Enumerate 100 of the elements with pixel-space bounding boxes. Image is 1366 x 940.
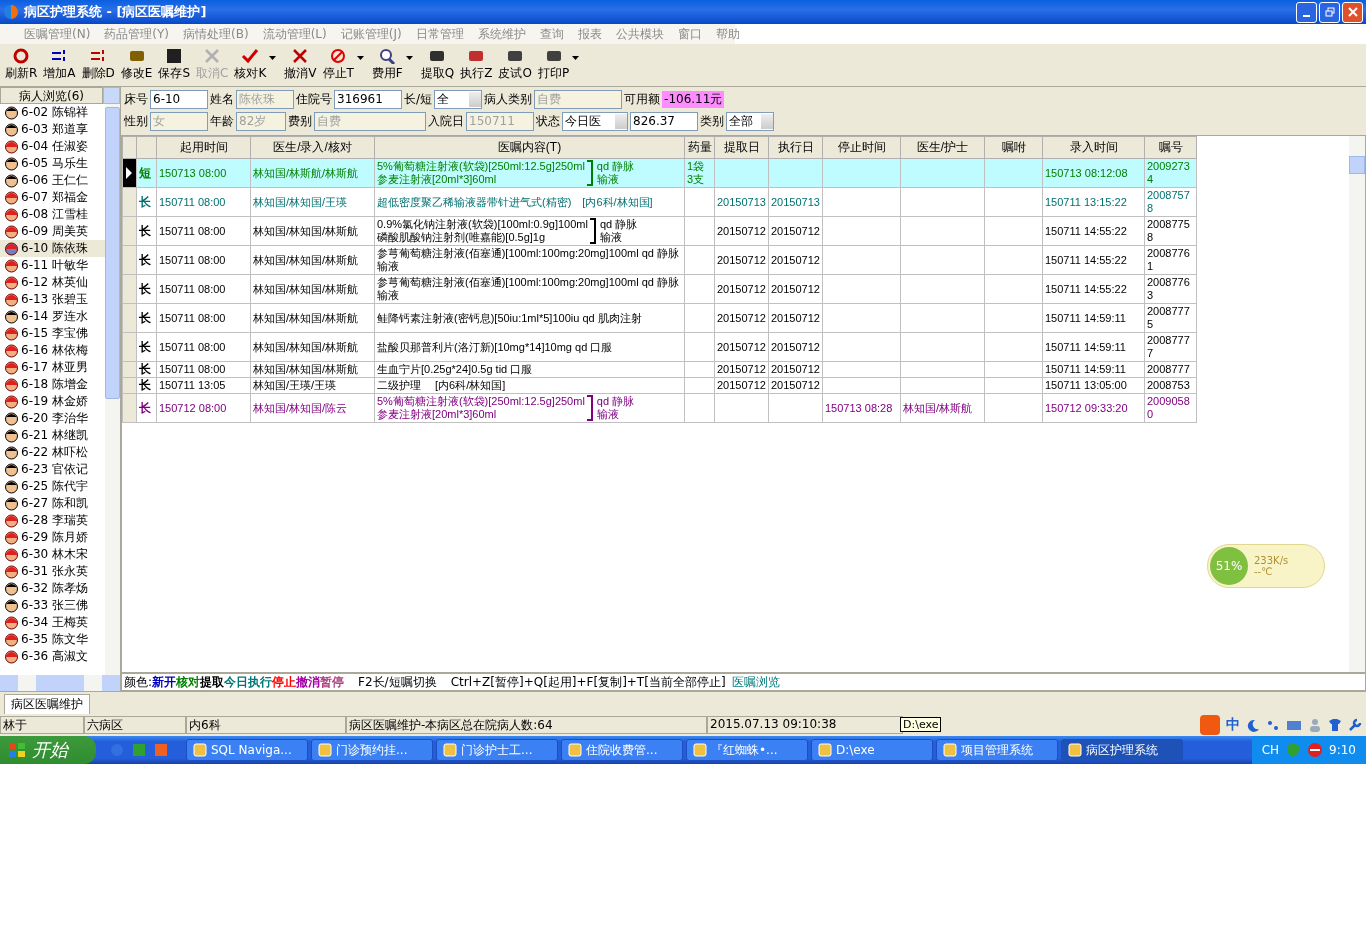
taskbar-button[interactable]: D:\exe: [811, 739, 933, 761]
patient-list-item[interactable]: 6-02 陈锦祥: [0, 104, 105, 121]
bracket-icon: [589, 218, 596, 244]
stop-sign-icon[interactable]: [1307, 742, 1324, 758]
patient-list-item[interactable]: 6-30 林木宋: [0, 546, 105, 563]
status-dropdown[interactable]: 今日医: [562, 111, 628, 131]
patient-list-item[interactable]: 6-29 陈月娇: [0, 529, 105, 546]
column-header[interactable]: 嘱咐: [984, 136, 1043, 159]
minimize-button[interactable]: [1296, 1, 1317, 23]
column-header[interactable]: 药量: [684, 136, 715, 159]
toolbar-button[interactable]: 刷新R: [2, 46, 41, 84]
toolbar-button[interactable]: 打印P: [534, 46, 573, 84]
patient-list-item[interactable]: 6-34 王梅英: [0, 614, 105, 631]
patient-list-item[interactable]: 6-16 林依梅: [0, 342, 105, 359]
scrollbar[interactable]: [105, 104, 120, 675]
column-header[interactable]: 录入时间: [1042, 136, 1145, 159]
patient-list-item[interactable]: 6-25 陈代宇: [0, 478, 105, 495]
toolbar-button[interactable]: 费用F: [368, 46, 406, 84]
patient-list-item[interactable]: 6-35 陈文华: [0, 631, 105, 648]
patient-list-item[interactable]: 6-05 马乐生: [0, 155, 105, 172]
start-button[interactable]: 开始: [0, 736, 96, 764]
patient-list-item[interactable]: 6-28 李瑞英: [0, 512, 105, 529]
admission-number-field[interactable]: 316961: [334, 89, 402, 109]
patient-list-item[interactable]: 6-03 郑道享: [0, 121, 105, 138]
toolbar-button[interactable]: 皮试O: [495, 46, 535, 84]
patient-list-item[interactable]: 6-18 陈增金: [0, 376, 105, 393]
patient-list-item[interactable]: 6-13 张碧玉: [0, 291, 105, 308]
taskbar-button[interactable]: 病区护理系统: [1061, 739, 1183, 761]
patient-list-item[interactable]: 6-19 林金娇: [0, 393, 105, 410]
column-header[interactable]: 嘱号: [1144, 136, 1197, 159]
patient-list-item[interactable]: 6-14 罗连水: [0, 308, 105, 325]
patient-list-item[interactable]: 6-33 张三佛: [0, 597, 105, 614]
window-tab[interactable]: 病区医嘱维护: [4, 694, 90, 714]
patient-list-item[interactable]: 6-15 李宝佛: [0, 325, 105, 342]
shirt-icon[interactable]: [1328, 718, 1342, 732]
speed-text: 233K/s: [1254, 555, 1289, 566]
term-dropdown[interactable]: 全: [434, 89, 483, 109]
save-icon: [165, 48, 184, 64]
keyboard-icon[interactable]: [1286, 718, 1302, 732]
patient-list-item[interactable]: 6-36 高淑文: [0, 648, 105, 665]
ime-mode[interactable]: 中: [1226, 716, 1240, 734]
browse-link[interactable]: 医嘱浏览: [731, 673, 780, 691]
close-button[interactable]: [1342, 1, 1363, 23]
patient-list-item[interactable]: 6-10 陈依珠: [0, 240, 105, 257]
legend-item: 核对: [176, 673, 201, 691]
patient-list-item[interactable]: 6-07 郑福金: [0, 189, 105, 206]
toolbar-button[interactable]: 增加A: [40, 46, 79, 84]
patient-list-item[interactable]: 6-27 陈和凯: [0, 495, 105, 512]
refresh-icon: [12, 48, 31, 64]
column-header[interactable]: 提取日: [714, 136, 769, 159]
table-cell: 林知国/林知国/陈云: [253, 401, 348, 414]
taskbar-button[interactable]: SQL Naviga...: [186, 739, 308, 761]
toolbar-button[interactable]: 修改E: [117, 46, 156, 84]
column-header[interactable]: 起用时间: [156, 136, 251, 159]
restore-icon: [1324, 7, 1335, 17]
taskbar-button[interactable]: 门诊护士工...: [436, 739, 558, 761]
column-header[interactable]: 停止时间: [822, 136, 901, 159]
moon-icon[interactable]: [1246, 718, 1260, 732]
toolbar-button[interactable]: 执行Z: [457, 46, 496, 84]
patient-list-item[interactable]: 6-22 林吓松: [0, 444, 105, 461]
patient-list-item[interactable]: 6-21 林继凯: [0, 427, 105, 444]
patient-list-item[interactable]: 6-12 林英仙: [0, 274, 105, 291]
patient-list-item[interactable]: 6-31 张永英: [0, 563, 105, 580]
patient-list-item[interactable]: 6-32 陈孝炀: [0, 580, 105, 597]
dropdown-arrow-icon[interactable]: [356, 56, 364, 60]
toolbar-button[interactable]: 核对K: [231, 46, 270, 84]
language-indicator[interactable]: CH: [1261, 743, 1280, 757]
column-header[interactable]: 医生/护士: [900, 136, 985, 159]
patient-list-item[interactable]: 6-17 林亚男: [0, 359, 105, 376]
toolbar-button[interactable]: 提取Q: [417, 46, 458, 84]
toolbar-button[interactable]: 保存S: [155, 46, 194, 84]
column-header[interactable]: 医嘱内容(T): [374, 136, 685, 159]
column-header[interactable]: 执行日: [768, 136, 823, 159]
scrollbar[interactable]: [1349, 136, 1365, 672]
taskbar-button[interactable]: 项目管理系统: [936, 739, 1058, 761]
patient-list-item[interactable]: 6-06 王仁仁: [0, 172, 105, 189]
column-header[interactable]: 医生/录入/核对: [250, 136, 375, 159]
scrollbar[interactable]: [0, 675, 120, 691]
taskbar-button[interactable]: 住院收费管...: [561, 739, 683, 761]
toolbar-button[interactable]: 停止T: [319, 46, 357, 84]
type-dropdown[interactable]: 全部: [726, 111, 774, 131]
dropdown-arrow-icon[interactable]: [572, 56, 580, 60]
dropdown-arrow-icon[interactable]: [405, 56, 413, 60]
toolbar-button[interactable]: 撤消V: [281, 46, 320, 84]
patient-list-item[interactable]: 6-11 叶敏华: [0, 257, 105, 274]
patient-list-item[interactable]: 6-09 周美英: [0, 223, 105, 240]
toolbar-button[interactable]: 删除D: [78, 46, 118, 84]
taskbar-button[interactable]: 『红蜘蛛•...: [686, 739, 808, 761]
patient-list-item[interactable]: 6-04 任淑姿: [0, 138, 105, 155]
restore-button[interactable]: [1319, 1, 1340, 23]
dropdown-arrow-icon[interactable]: [269, 56, 277, 60]
bed-field[interactable]: 6-10: [150, 89, 208, 109]
patient-list-item[interactable]: 6-20 李治华: [0, 410, 105, 427]
taskbar-button[interactable]: 门诊预约挂...: [311, 739, 433, 761]
amount-field[interactable]: 826.37: [630, 111, 698, 131]
field-label: 性别: [124, 112, 148, 130]
patient-list-item[interactable]: 6-08 江雪桂: [0, 206, 105, 223]
punctuation-icon[interactable]: [1266, 718, 1280, 732]
patient-list-item[interactable]: 6-23 官依记: [0, 461, 105, 478]
wrench-icon[interactable]: [1348, 718, 1362, 732]
